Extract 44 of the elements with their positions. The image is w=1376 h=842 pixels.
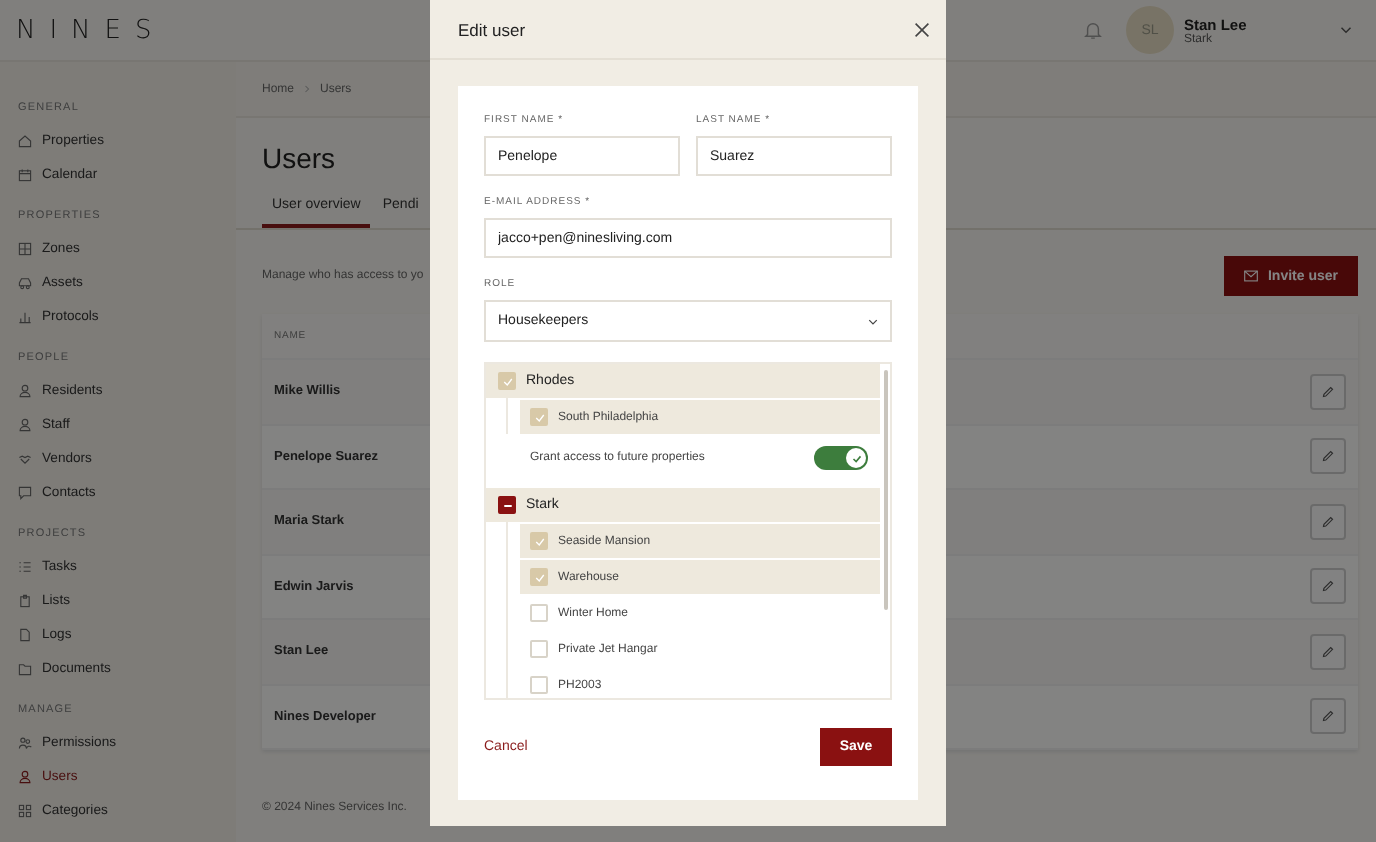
chart-icon [18,310,32,324]
pencil-icon [1322,450,1334,463]
chevron-down-icon [868,317,878,325]
person-icon [18,418,32,432]
logo: NINES [16,15,166,45]
page-title: Users [262,142,336,174]
edit-button[interactable] [1310,373,1346,410]
calendar-icon [18,168,32,182]
check-icon [533,571,545,583]
list-icon [18,560,32,574]
folder-icon [18,662,32,676]
document-icon [18,628,32,642]
check-icon [533,535,545,547]
car-icon [18,276,32,290]
person-icon [18,770,32,784]
edit-button[interactable] [1310,438,1346,475]
chat-icon [18,486,32,500]
pencil-icon [1322,645,1334,658]
pencil-icon [1322,580,1334,593]
checkbox[interactable] [498,496,516,514]
clipboard-icon [18,594,32,608]
envelope-icon [1243,270,1258,282]
pencil-icon [1322,385,1334,398]
edit-button[interactable] [1310,633,1346,670]
chevron-down-icon[interactable] [1340,26,1352,34]
dialog-title: Edit user [458,19,526,39]
edit-button[interactable] [1310,568,1346,605]
people-icon [18,736,32,750]
person-icon [18,384,32,398]
toggle-switch[interactable] [814,446,868,470]
check-icon [533,411,545,423]
grid-icon [18,242,32,256]
close-icon[interactable] [914,21,930,37]
pencil-icon [1322,515,1334,528]
scrollbar[interactable] [883,370,887,610]
house-icon [18,134,32,148]
edit-button[interactable] [1310,698,1346,735]
check-icon [501,375,513,387]
bell-icon[interactable] [1084,20,1102,40]
tiles-icon [18,804,32,818]
pencil-icon [1322,710,1334,723]
minus-icon [501,499,513,511]
edit-button[interactable] [1310,503,1346,540]
check-icon [849,451,863,465]
